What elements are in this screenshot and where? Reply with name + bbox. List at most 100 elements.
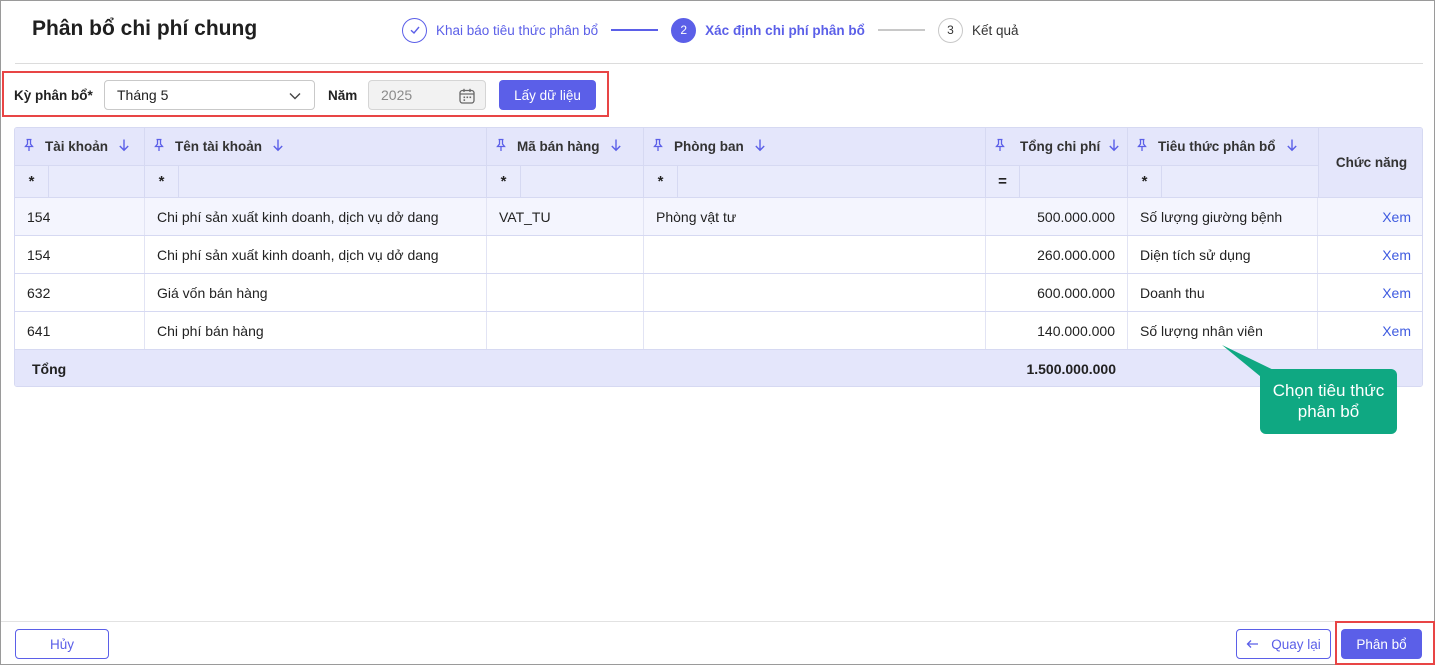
criteria-tooltip: Chọn tiêu thức phân bổ [1260,369,1397,434]
cell-criteria[interactable]: Doanh thu [1128,274,1318,311]
column-label: Phòng ban [674,139,744,154]
table-row[interactable]: 154 Chi phí sản xuất kinh doanh, dịch vụ… [15,235,1422,273]
back-button[interactable]: Quay lại [1236,629,1331,659]
cell-sales-code [487,312,644,349]
period-label: Kỳ phân bổ* [14,88,93,103]
cell-sales-code [487,274,644,311]
filter-operator[interactable]: * [15,166,49,197]
step-2-label: Xác định chi phí phân bổ [705,22,865,38]
total-label: Tổng [32,361,67,377]
cell-criteria[interactable]: Số lượng nhân viên [1128,312,1318,349]
pin-icon[interactable] [1136,138,1148,155]
year-label: Năm [328,88,358,103]
table-row[interactable]: 154 Chi phí sản xuất kinh doanh, dịch vụ… [15,197,1422,235]
pin-icon[interactable] [23,138,35,155]
view-link[interactable]: Xem [1318,312,1422,349]
check-icon [402,17,427,43]
filter-operator[interactable]: = [986,166,1020,197]
step-1[interactable]: Khai báo tiêu thức phân bổ [402,17,599,43]
arrow-down-icon[interactable] [1286,138,1298,155]
filter-operator[interactable]: * [1128,166,1162,197]
cell-department: Phòng vật tư [644,198,986,235]
page-title: Phân bổ chi phí chung [32,17,258,40]
filter-operator[interactable]: * [145,166,179,197]
footer-divider [1,621,1434,622]
cell-account: 632 [15,274,145,311]
filter-cell-account-name[interactable]: * [145,166,487,197]
column-header-criteria[interactable]: Tiêu thức phân bổ [1128,128,1318,165]
filter-cell-sales-code[interactable]: * [487,166,644,197]
column-header-actions: Chức năng [1318,128,1422,197]
arrow-down-icon[interactable] [610,138,622,155]
calendar-icon[interactable] [458,87,476,108]
arrow-down-icon[interactable] [272,138,284,155]
cell-account-name: Giá vốn bán hàng [145,274,487,311]
header-divider [15,63,1423,64]
year-input[interactable]: 2025 [368,80,486,110]
cell-sales-code [487,236,644,273]
arrow-left-icon [1246,637,1259,652]
pin-icon[interactable] [994,138,1006,155]
cell-account: 641 [15,312,145,349]
filter-cell-department[interactable]: * [644,166,986,197]
cell-department [644,236,986,273]
step-connector [611,29,659,31]
arrow-down-icon[interactable] [118,138,130,155]
column-label: Tài khoản [45,139,109,154]
column-header-sales-code[interactable]: Mã bán hàng [487,128,644,165]
view-link[interactable]: Xem [1318,236,1422,273]
step-3-number: 3 [937,17,963,43]
allocate-button[interactable]: Phân bổ [1341,629,1422,659]
column-header-account-name[interactable]: Tên tài khoản [145,128,487,165]
column-header-account[interactable]: Tài khoản [15,128,145,165]
cell-total-cost: 600.000.000 [986,274,1128,311]
filter-cell-total-cost[interactable]: = [986,166,1128,197]
arrow-down-icon[interactable] [754,138,766,155]
cell-account-name: Chi phí sản xuất kinh doanh, dịch vụ dở … [145,198,487,235]
arrow-down-icon[interactable] [1108,138,1120,155]
column-label: Tên tài khoản [175,139,263,154]
filter-operator[interactable]: * [487,166,521,197]
table-row[interactable]: 632 Giá vốn bán hàng 600.000.000 Doanh t… [15,273,1422,311]
view-link[interactable]: Xem [1318,274,1422,311]
back-button-label: Quay lại [1271,636,1321,652]
cell-account-name: Chi phí bán hàng [145,312,487,349]
cell-department [644,274,986,311]
total-value: 1.500.000.000 [1026,361,1116,377]
filter-operator[interactable]: * [644,166,678,197]
cell-department [644,312,986,349]
column-header-total-cost[interactable]: Tổng chi phí [986,128,1128,165]
chevron-down-icon [288,89,302,106]
cell-account: 154 [15,198,145,235]
filter-cell-account[interactable]: * [15,166,145,197]
cell-sales-code: VAT_TU [487,198,644,235]
pin-icon[interactable] [153,138,165,155]
cell-total-cost: 260.000.000 [986,236,1128,273]
cancel-button[interactable]: Hủy [15,629,109,659]
column-label: Tổng chi phí [1020,139,1101,154]
cell-account: 154 [15,236,145,273]
cell-total-cost: 500.000.000 [986,198,1128,235]
pin-icon[interactable] [495,138,507,155]
column-header-department[interactable]: Phòng ban [644,128,986,165]
year-value: 2025 [381,87,413,103]
view-link[interactable]: Xem [1318,198,1422,235]
step-1-label: Khai báo tiêu thức phân bổ [436,22,599,38]
total-row: Tổng 1.500.000.000 [15,349,1422,386]
step-3-label: Kết quả [971,22,1019,38]
pin-icon[interactable] [652,138,664,155]
period-select[interactable]: Tháng 5 [104,80,315,110]
period-value: Tháng 5 [117,87,169,103]
cell-criteria[interactable]: Số lượng giường bệnh [1128,198,1318,235]
table-row[interactable]: 641 Chi phí bán hàng 140.000.000 Số lượn… [15,311,1422,349]
cell-account-name: Chi phí sản xuất kinh doanh, dịch vụ dở … [145,236,487,273]
step-2[interactable]: 2 Xác định chi phí phân bổ [671,17,865,43]
fetch-data-button[interactable]: Lấy dữ liệu [499,80,596,110]
step-connector [877,29,925,31]
step-2-number: 2 [671,17,697,43]
filter-cell-criteria[interactable]: * [1128,166,1318,197]
stepper: Khai báo tiêu thức phân bổ 2 Xác định ch… [402,17,1018,43]
table-header: Tài khoản Tên tài khoản Mã bán hàng Phòn… [15,128,1318,165]
step-3[interactable]: 3 Kết quả [937,17,1019,43]
cell-criteria[interactable]: Diện tích sử dụng [1128,236,1318,273]
